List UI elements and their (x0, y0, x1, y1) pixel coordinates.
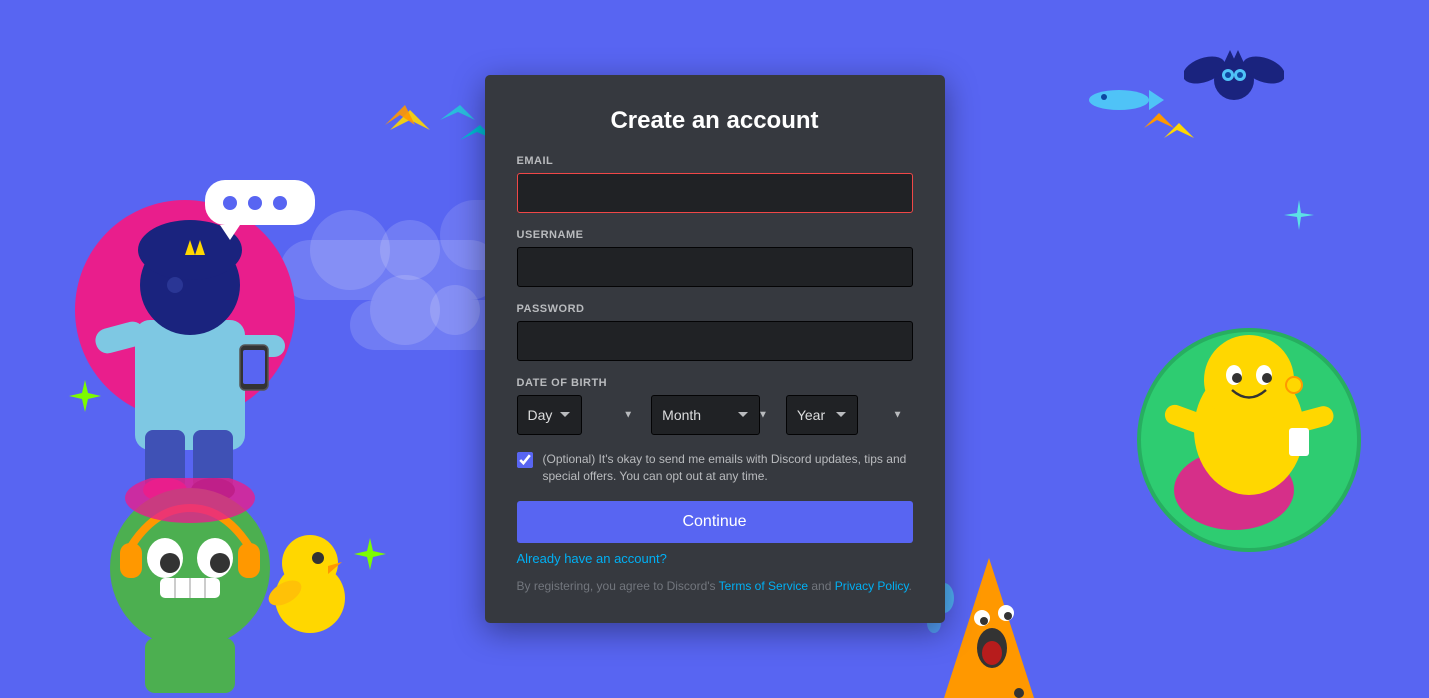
email-form-group: EMAIL (517, 155, 913, 213)
dob-year-select[interactable]: Year 202420232010 200520001995 199019851… (786, 395, 858, 435)
terms-suffix: . (909, 579, 912, 593)
privacy-policy-link[interactable]: Privacy Policy (835, 579, 909, 593)
terms-prefix: By registering, you agree to Discord's (517, 579, 719, 593)
password-form-group: PASSWORD (517, 303, 913, 361)
username-input[interactable] (517, 247, 913, 287)
create-account-modal: Create an account EMAIL USERNAME PASSWOR… (485, 75, 945, 622)
dob-month-wrapper: Month JanuaryFebruary MarchApril MayJune… (651, 395, 778, 435)
terms-and: and (808, 579, 835, 593)
dob-day-select[interactable]: Day 123 456 789 101520 252829 3031 (517, 395, 582, 435)
username-form-group: USERNAME (517, 229, 913, 287)
dob-year-wrapper: Year 202420232010 200520001995 199019851… (786, 395, 913, 435)
dob-month-select[interactable]: Month JanuaryFebruary MarchApril MayJune… (651, 395, 760, 435)
terms-of-service-link[interactable]: Terms of Service (719, 579, 808, 593)
terms-text: By registering, you agree to Discord's T… (517, 578, 913, 595)
modal-title: Create an account (517, 107, 913, 135)
email-input[interactable] (517, 173, 913, 213)
email-opt-in-row: (Optional) It's okay to send me emails w… (517, 451, 913, 485)
dob-selects-container: Day 123 456 789 101520 252829 3031 ▼ Mon… (517, 395, 913, 435)
continue-button[interactable]: Continue (517, 501, 913, 543)
dob-day-wrapper: Day 123 456 789 101520 252829 3031 ▼ (517, 395, 644, 435)
password-label: PASSWORD (517, 303, 913, 315)
already-account-link[interactable]: Already have an account? (517, 551, 913, 566)
dob-form-group: DATE OF BIRTH Day 123 456 789 101520 252… (517, 377, 913, 435)
email-opt-in-label: (Optional) It's okay to send me emails w… (543, 451, 913, 485)
username-label: USERNAME (517, 229, 913, 241)
password-input[interactable] (517, 321, 913, 361)
email-label: EMAIL (517, 155, 913, 167)
dob-label: DATE OF BIRTH (517, 377, 913, 389)
modal-backdrop: Create an account EMAIL USERNAME PASSWOR… (0, 0, 1429, 698)
email-opt-in-checkbox[interactable] (517, 452, 533, 468)
dob-day-chevron-icon: ▼ (623, 410, 633, 421)
dob-year-chevron-icon: ▼ (893, 410, 903, 421)
